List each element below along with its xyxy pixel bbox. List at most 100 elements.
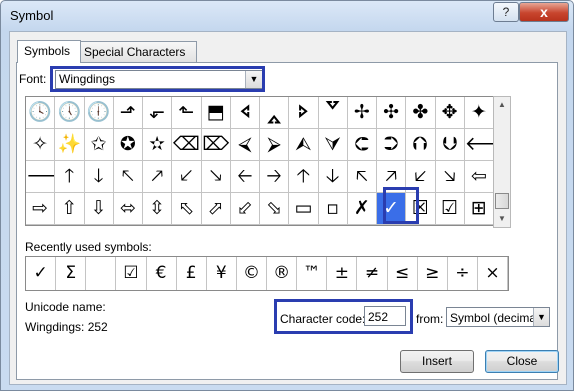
help-button[interactable]: ? — [493, 2, 519, 22]
symbol-cell[interactable]: 🡣 — [318, 161, 348, 193]
symbol-cell[interactable]: ✣ — [377, 97, 407, 129]
window-close-button[interactable]: x — [519, 2, 569, 22]
symbol-cell[interactable]: 🢕 — [260, 97, 290, 129]
symbol-cell[interactable]: ✦ — [464, 97, 494, 129]
from-label: from: — [416, 312, 444, 326]
recent-symbol-cell[interactable]: ☑ — [116, 257, 147, 290]
symbol-cell[interactable]: ⬂ — [260, 193, 290, 225]
chevron-down-icon[interactable]: ▼ — [533, 308, 549, 326]
symbol-grid-scrollbar[interactable]: ▲ ▼ — [493, 96, 511, 228]
symbol-cell[interactable]: ⮉ — [406, 129, 436, 161]
symbol-cell[interactable]: ✤ — [406, 97, 436, 129]
symbol-cell[interactable]: 🡑 — [55, 161, 85, 193]
dialog-body: Symbols Special Characters Font: Wingdin… — [9, 31, 567, 385]
recent-symbol-cell[interactable]: ® — [267, 257, 298, 290]
symbol-cell[interactable]: ⬁ — [172, 193, 202, 225]
symbol-cell[interactable]: ⊞ — [464, 193, 494, 225]
symbol-cell[interactable]: ⌫ — [172, 129, 202, 161]
symbol-cell[interactable]: ⬐ — [143, 97, 173, 129]
symbol-cell[interactable]: 🕔 — [55, 97, 85, 129]
symbol-cell[interactable]: ⇨ — [26, 193, 56, 225]
recent-symbol-cell[interactable]: ¥ — [207, 257, 237, 290]
symbol-cell[interactable]: ⬏ — [113, 97, 143, 129]
symbol-cell[interactable]: ⮘ — [230, 129, 260, 161]
symbol-cell[interactable]: ⮙ — [289, 129, 319, 161]
recent-symbol-cell[interactable]: ≠ — [357, 257, 388, 290]
symbol-dialog: Symbol ? x Symbols Special Characters Fo… — [0, 0, 574, 391]
tab-symbols[interactable]: Symbols — [17, 40, 81, 63]
symbol-cell[interactable]: ⬀ — [201, 193, 231, 225]
symbol-cell[interactable]: ✗ — [347, 193, 377, 225]
selected-symbol-highlight — [383, 187, 419, 224]
symbol-cell[interactable]: ⌦ — [201, 129, 231, 161]
recent-symbol-cell[interactable]: ™ — [297, 257, 328, 290]
symbol-cell[interactable]: 🡖 — [201, 161, 231, 193]
symbol-cell[interactable]: ⮈ — [347, 129, 377, 161]
from-value: Symbol (decimal) — [450, 311, 534, 325]
close-button[interactable]: Close — [485, 350, 559, 373]
symbol-cell[interactable]: ✥ — [435, 97, 465, 129]
symbol-cell[interactable]: 🡓 — [84, 161, 114, 193]
symbol-cell[interactable]: ✨ — [55, 129, 85, 161]
symbol-cell[interactable]: 🡢 — [260, 161, 290, 193]
symbol-cell[interactable]: ⮚ — [260, 129, 290, 161]
symbol-cell[interactable]: ⮋ — [435, 129, 465, 161]
symbol-cell[interactable]: ✪ — [113, 129, 143, 161]
symbol-cell[interactable]: 🕕 — [84, 97, 114, 129]
symbol-cell[interactable]: 🡒 — [26, 161, 56, 193]
title-bar[interactable]: Symbol ? x — [1, 1, 573, 31]
unicode-name-value: Wingdings: 252 — [25, 320, 108, 334]
from-dropdown[interactable]: Symbol (decimal) ▼ — [446, 307, 550, 327]
recent-symbols-row[interactable]: ✓ Σ ☑ € £ ¥ © ® ™ ± ≠ ≤ ≥ ÷ × — [25, 256, 509, 291]
symbol-cell[interactable]: 🢗 — [318, 97, 348, 129]
symbol-cell[interactable]: 🢖 — [289, 97, 319, 129]
symbol-cell[interactable]: 🡦 — [435, 161, 465, 193]
symbol-cell[interactable]: ⮊ — [377, 129, 407, 161]
symbol-cell[interactable]: ⇩ — [84, 193, 114, 225]
symbol-cell[interactable]: 🡕 — [143, 161, 173, 193]
symbol-cell[interactable]: ✫ — [143, 129, 173, 161]
recent-symbol-cell[interactable] — [86, 257, 117, 290]
symbol-cell[interactable]: ⇳ — [143, 193, 173, 225]
symbol-cell[interactable]: ⬑ — [172, 97, 202, 129]
symbol-cell[interactable]: 🢔 — [230, 97, 260, 129]
symbol-grid[interactable]: 🕓🕔🕕⬏⬐⬑⬒🢔🢕🢖🢗✢✣✤✥✦ ✧✨✩✪✫⌫⌦⮘⮚⮙⮛⮈⮊⮉⮋🡐 🡒🡑🡓🡔🡕🡗🡖🡠… — [25, 96, 495, 226]
recent-symbol-cell[interactable]: © — [237, 257, 267, 290]
symbol-cell[interactable]: 🡐 — [464, 129, 494, 161]
insert-button[interactable]: Insert — [400, 350, 474, 373]
symbol-cell[interactable]: 🡗 — [172, 161, 202, 193]
symbol-cell[interactable]: ▭ — [289, 193, 319, 225]
symbol-cell[interactable]: ⬄ — [113, 193, 143, 225]
recent-symbol-cell[interactable]: ± — [327, 257, 358, 290]
symbol-cell[interactable]: ✧ — [26, 129, 56, 161]
font-highlight-box — [50, 66, 265, 92]
symbol-cell[interactable]: 🡤 — [347, 161, 377, 193]
recent-symbol-cell[interactable]: ≤ — [388, 257, 418, 290]
font-label: Font: — [19, 72, 47, 86]
recent-symbol-cell[interactable]: Σ — [56, 257, 87, 290]
scroll-thumb[interactable] — [495, 193, 509, 209]
symbol-cell[interactable]: ⮛ — [318, 129, 348, 161]
symbol-cell[interactable]: ☑ — [435, 193, 465, 225]
character-code-highlight-box — [274, 299, 413, 334]
recent-symbol-cell[interactable]: £ — [177, 257, 207, 290]
recent-symbol-cell[interactable]: × — [478, 257, 508, 290]
symbol-cell[interactable]: ⬃ — [230, 193, 260, 225]
recent-symbol-cell[interactable]: € — [147, 257, 177, 290]
symbol-cell[interactable]: ✢ — [347, 97, 377, 129]
recent-symbol-cell[interactable]: ✓ — [26, 257, 57, 290]
scroll-up-icon[interactable]: ▲ — [494, 97, 510, 112]
scroll-down-icon[interactable]: ▼ — [494, 211, 510, 226]
symbol-cell[interactable]: ▫ — [318, 193, 348, 225]
symbol-cell[interactable]: 🡠 — [230, 161, 260, 193]
symbol-cell[interactable]: 🡔 — [113, 161, 143, 193]
tab-special-characters[interactable]: Special Characters — [77, 41, 197, 62]
symbol-cell[interactable]: ⬒ — [201, 97, 231, 129]
symbol-cell[interactable]: ⇦ — [464, 161, 494, 193]
recent-symbol-cell[interactable]: ÷ — [448, 257, 478, 290]
symbol-cell[interactable]: 🕓 — [26, 97, 56, 129]
symbol-cell[interactable]: ✩ — [84, 129, 114, 161]
symbol-cell[interactable]: ⇧ — [55, 193, 85, 225]
symbol-cell[interactable]: 🡡 — [289, 161, 319, 193]
recent-symbol-cell[interactable]: ≥ — [418, 257, 448, 290]
